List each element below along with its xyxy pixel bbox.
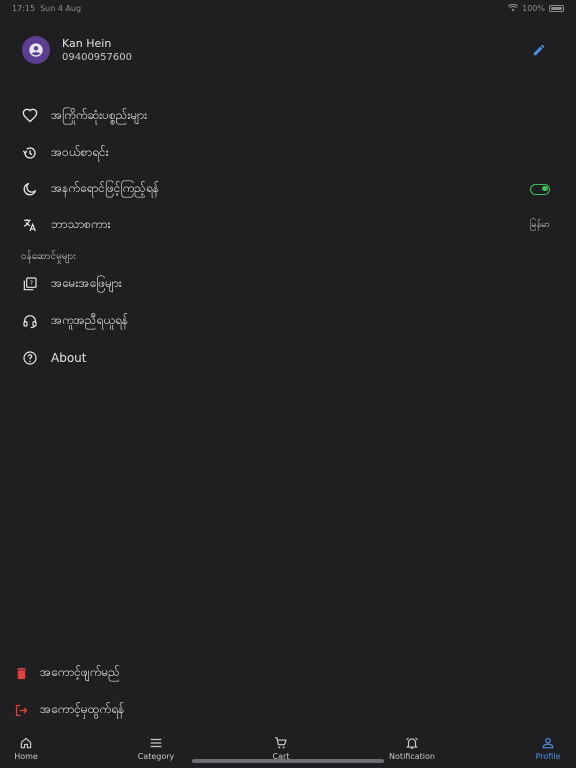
logout-button[interactable]: အကောင့်မှထွက်ရန် <box>11 695 124 725</box>
user-info: Kan Hein 09400957600 <box>62 37 528 64</box>
status-indicators: 100% <box>508 4 564 13</box>
heart-icon <box>20 106 40 126</box>
profile-header[interactable]: Kan Hein 09400957600 <box>22 32 550 68</box>
trash-icon <box>11 663 31 683</box>
logout-label: အကောင့်မှထွက်ရန် <box>40 702 125 716</box>
menu-label-help: အကူအညီရယူရန် <box>51 313 129 327</box>
menu-item-language[interactable]: ဘာသာစကား မြန်မာ <box>20 210 550 240</box>
status-bar: 17:15 Sun 4 Aug 100% <box>0 0 576 16</box>
user-phone: 09400957600 <box>62 51 132 63</box>
status-time-date: 17:15 Sun 4 Aug <box>12 4 81 13</box>
menu-label-purchase-history: အဝယ်စာရင်း <box>51 145 109 159</box>
menu-item-purchase-history[interactable]: အဝယ်စာရင်း <box>20 138 550 168</box>
wifi-icon <box>508 4 519 12</box>
headset-icon <box>20 311 40 331</box>
bell-icon <box>406 736 418 749</box>
menu-label-faq: အမေးအဖြေများ <box>51 276 122 290</box>
delete-account-button[interactable]: အကောင့်ဖျက်မည် <box>11 658 120 688</box>
person-icon <box>542 737 554 748</box>
nav-tab-category[interactable]: Category <box>118 730 194 766</box>
menu-label-favorites: အကြိုက်ဆုံးပစ္စည်းများ <box>51 108 148 122</box>
moon-icon <box>20 179 40 199</box>
delete-account-label: အကောင့်ဖျက်မည် <box>40 665 120 679</box>
nav-tab-notification[interactable]: Notification <box>374 730 450 766</box>
history-icon <box>20 143 40 163</box>
edit-profile-button[interactable] <box>528 39 550 61</box>
account-circle-icon <box>29 43 43 57</box>
battery-icon <box>549 4 564 12</box>
nav-label-category: Category <box>137 751 175 761</box>
status-time: 17:15 <box>12 3 36 13</box>
menu-label-about: About <box>51 351 87 365</box>
section-label-services: ဝန်ဆောင်မှုများ <box>21 251 76 262</box>
status-date: Sun 4 Aug <box>40 3 82 13</box>
home-indicator <box>192 759 384 763</box>
menu-item-dark-mode[interactable]: အနက်ရောင်ဖြင့်ကြည့်ရန် <box>20 174 550 204</box>
nav-label-notification: Notification <box>389 751 435 761</box>
question-book-icon: ? <box>20 274 40 294</box>
menu-item-favorites[interactable]: အကြိုက်ဆုံးပစ္စည်းများ <box>20 101 550 131</box>
nav-label-home: Home <box>14 751 38 761</box>
help-circle-icon <box>20 348 40 368</box>
svg-text:?: ? <box>30 280 33 287</box>
nav-tab-home[interactable]: Home <box>0 730 64 766</box>
translate-icon <box>20 215 40 235</box>
menu-item-about[interactable]: About <box>20 343 550 373</box>
pencil-icon <box>533 44 545 56</box>
menu-item-faq[interactable]: ? အမေးအဖြေများ <box>20 269 550 299</box>
language-value: မြန်မာ <box>529 219 550 230</box>
nav-tab-profile[interactable]: Profile <box>510 730 576 766</box>
nav-label-profile: Profile <box>535 751 561 761</box>
menu-icon <box>150 738 162 747</box>
avatar[interactable] <box>22 36 50 64</box>
home-icon <box>20 737 32 748</box>
user-name: Kan Hein <box>62 36 112 50</box>
menu-label-dark-mode: အနက်ရောင်ဖြင့်ကြည့်ရန် <box>51 181 159 195</box>
logout-icon <box>11 700 31 720</box>
menu-item-help[interactable]: အကူအညီရယူရန် <box>20 306 550 336</box>
menu-label-language: ဘာသာစကား <box>51 217 111 231</box>
dark-mode-toggle[interactable] <box>530 183 550 195</box>
battery-percent: 100% <box>522 3 545 13</box>
cart-icon <box>275 736 287 748</box>
